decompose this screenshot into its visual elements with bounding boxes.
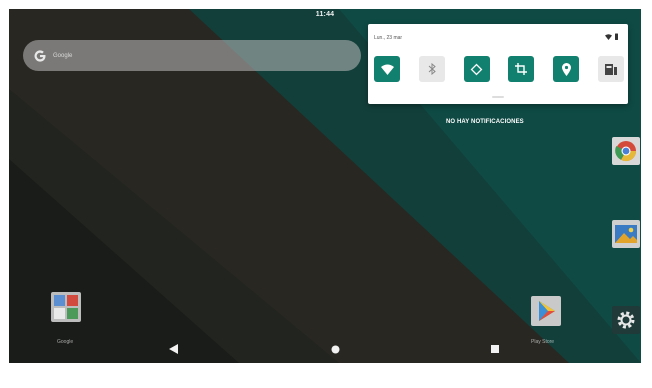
recents-button[interactable] bbox=[489, 343, 501, 355]
home-icon bbox=[331, 345, 339, 353]
tile-auto-rotate[interactable] bbox=[463, 56, 490, 82]
wifi-icon bbox=[380, 64, 394, 75]
recents-icon bbox=[491, 345, 499, 353]
back-icon bbox=[168, 344, 178, 354]
gallery-app[interactable] bbox=[611, 219, 641, 249]
play-store-app[interactable] bbox=[531, 296, 561, 326]
play-store-icon bbox=[531, 296, 561, 326]
settings-app[interactable] bbox=[611, 305, 641, 335]
status-time: 11:44 bbox=[315, 11, 335, 18]
google-folder[interactable] bbox=[51, 292, 81, 322]
tile-location[interactable] bbox=[553, 56, 580, 82]
cast-icon bbox=[604, 63, 617, 75]
crop-icon bbox=[515, 63, 528, 75]
qs-status-icons bbox=[605, 33, 618, 40]
no-notifications-text: NO HAY NOTIFICACIONES bbox=[446, 119, 524, 125]
qs-date: Lun., 23 mar bbox=[374, 35, 403, 41]
gear-icon bbox=[612, 306, 640, 334]
gallery-icon bbox=[612, 220, 640, 248]
tile-bluetooth[interactable] bbox=[418, 56, 445, 82]
battery-icon bbox=[615, 33, 618, 40]
chrome-app[interactable] bbox=[611, 136, 641, 166]
home-screen: 11:44 Google Lun., 23 mar NO HAY NOTIFIC… bbox=[9, 9, 641, 363]
tile-screenshot[interactable] bbox=[508, 56, 535, 82]
tile-cast[interactable] bbox=[597, 56, 624, 82]
rotate-icon bbox=[470, 63, 483, 75]
back-button[interactable] bbox=[167, 343, 179, 355]
chrome-icon bbox=[612, 137, 640, 165]
google-icon bbox=[34, 49, 46, 62]
location-icon bbox=[561, 62, 571, 76]
search-bar[interactable]: Google bbox=[23, 40, 361, 71]
qs-drag-handle[interactable] bbox=[492, 96, 504, 98]
search-hint: Google bbox=[53, 52, 73, 59]
folder-icon bbox=[51, 292, 81, 322]
navigation-bar bbox=[9, 335, 641, 363]
home-button[interactable] bbox=[329, 343, 341, 355]
tablet-device: 11:44 Google Lun., 23 mar NO HAY NOTIFIC… bbox=[0, 0, 652, 388]
quick-settings-panel: Lun., 23 mar bbox=[368, 24, 628, 104]
tile-wifi[interactable] bbox=[374, 56, 400, 82]
bluetooth-icon bbox=[428, 63, 436, 75]
quick-settings-tiles bbox=[374, 56, 624, 82]
wifi-status-icon bbox=[605, 33, 612, 40]
